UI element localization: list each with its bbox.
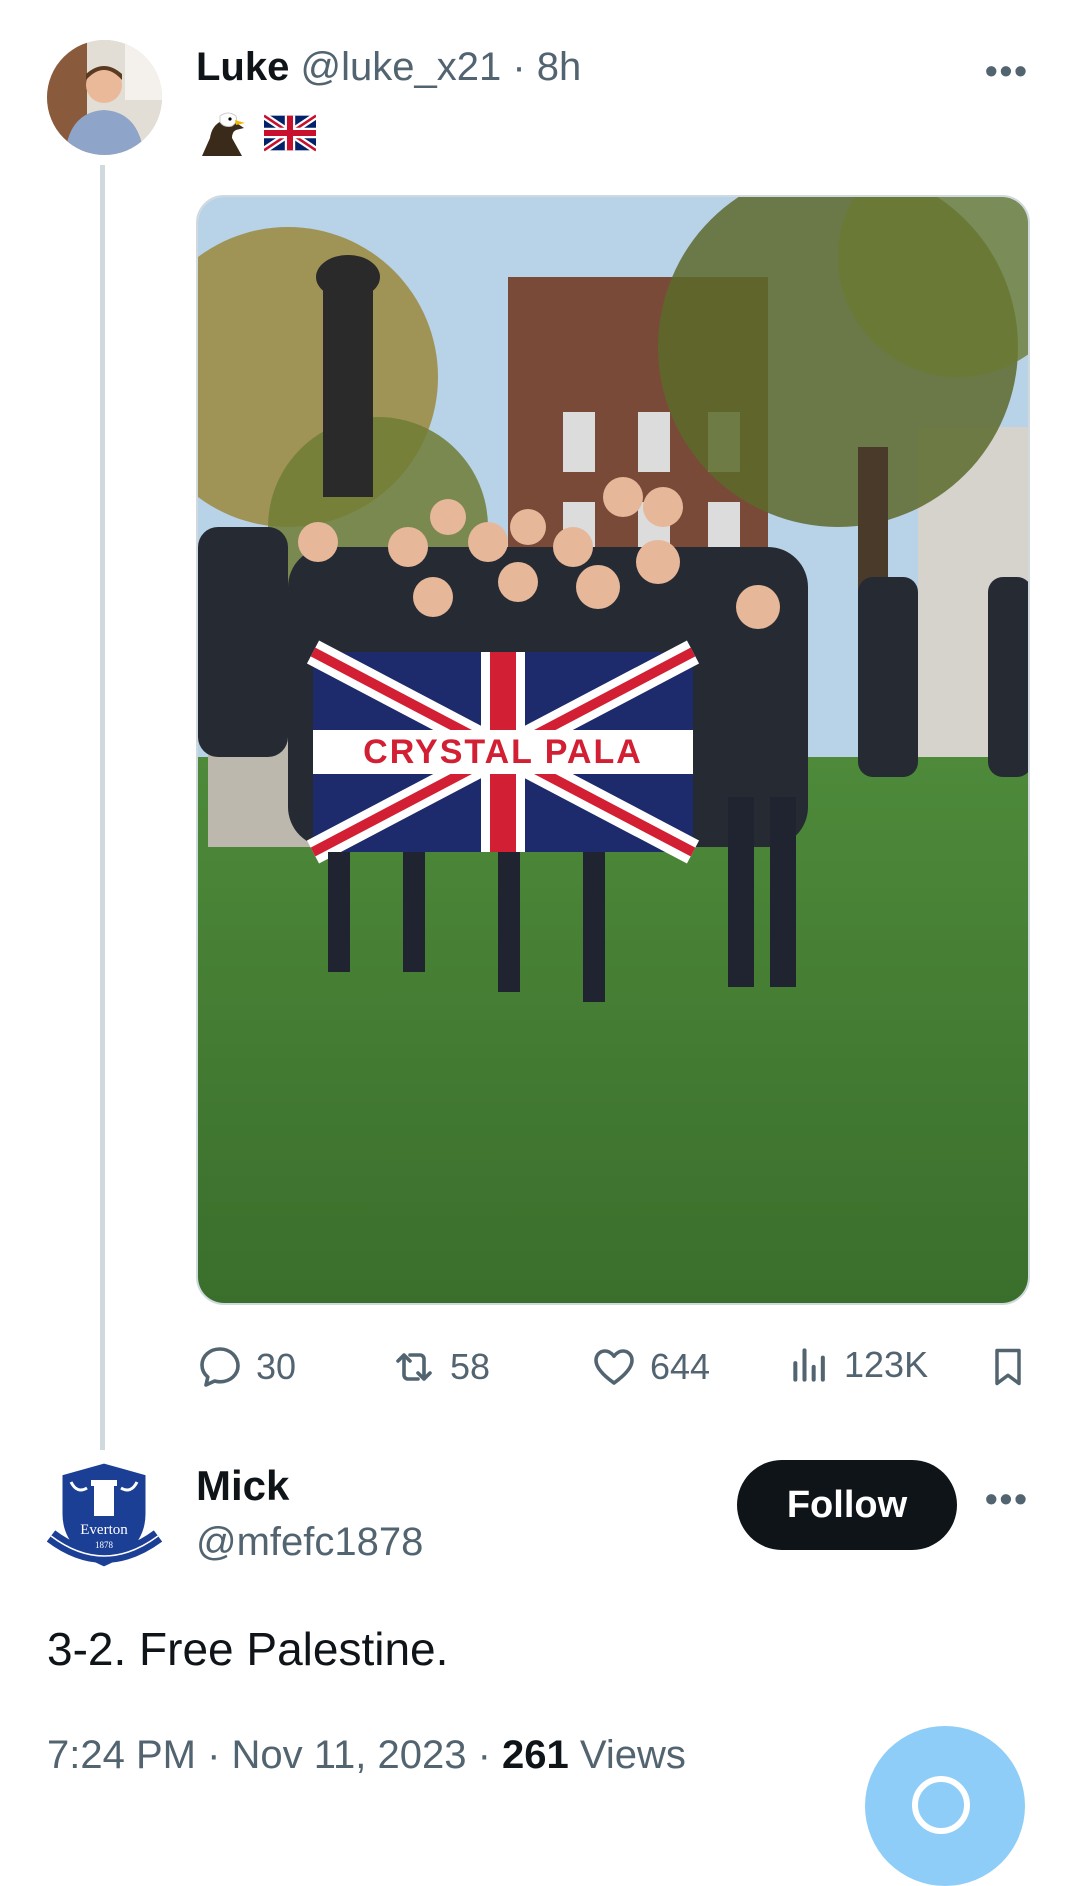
reply-timestamp: 7:24 PM · Nov 11, 2023 · 261 Views (47, 1733, 686, 1777)
crest-year: 1878 (95, 1540, 114, 1550)
flag-text: CRYSTAL PALA (363, 733, 643, 771)
photo-illustration: CRYSTAL PALA (198, 197, 1028, 1303)
luke-avatar[interactable] (47, 40, 162, 155)
luke-avatar-image (47, 40, 162, 155)
reply-views-count: 261 (502, 1733, 569, 1777)
reply-count: 30 (256, 1346, 297, 1387)
reply-author-name[interactable]: Mick (196, 1462, 289, 1510)
author-name[interactable]: Luke (196, 45, 289, 89)
union-jack-flag-icon (264, 114, 316, 152)
post-photo[interactable]: CRYSTAL PALA (196, 195, 1030, 1305)
mick-avatar[interactable]: Everton 1878 (46, 1458, 163, 1573)
reply-views-label: Views (579, 1733, 686, 1777)
reply-time[interactable]: 7:24 PM (47, 1733, 196, 1777)
reply-button[interactable]: 30 (196, 1343, 296, 1391)
eagle-icon (202, 112, 245, 156)
repost-icon (396, 1353, 432, 1381)
like-count: 644 (650, 1346, 711, 1387)
views-button[interactable]: 123K (788, 1343, 928, 1387)
post-header: Luke @luke_x21 · 8h (196, 45, 581, 90)
post-more-button[interactable]: ••• (985, 50, 1029, 92)
reply-more-button[interactable]: ••• (985, 1478, 1029, 1520)
reply-tweet-text: 3-2. Free Palestine. (47, 1623, 449, 1675)
repost-count: 58 (450, 1346, 491, 1387)
post-time[interactable]: 8h (537, 45, 582, 89)
author-handle[interactable]: @luke_x21 (300, 45, 501, 89)
meta-separator: · (501, 45, 537, 89)
crest-text: Everton (80, 1522, 128, 1538)
heart-icon (594, 1349, 634, 1385)
bookmark-icon (995, 1348, 1021, 1386)
everton-crest-icon: Everton 1878 (46, 1460, 163, 1570)
like-button[interactable]: 644 (590, 1343, 710, 1391)
reply-bubble-icon (200, 1347, 240, 1387)
bookmark-button[interactable] (986, 1343, 1030, 1391)
bio-emoji-row (198, 108, 316, 158)
compose-bubble-icon (912, 1776, 970, 1834)
compose-fab[interactable] (865, 1726, 1025, 1886)
follow-button[interactable]: Follow (737, 1460, 957, 1550)
reply-author-handle[interactable]: @mfefc1878 (196, 1520, 423, 1565)
repost-button[interactable]: 58 (390, 1343, 490, 1391)
reply-date[interactable]: Nov 11, 2023 (232, 1733, 467, 1777)
views-chart-icon (793, 1348, 825, 1382)
thread-line (100, 165, 105, 1450)
views-count: 123K (844, 1344, 929, 1385)
